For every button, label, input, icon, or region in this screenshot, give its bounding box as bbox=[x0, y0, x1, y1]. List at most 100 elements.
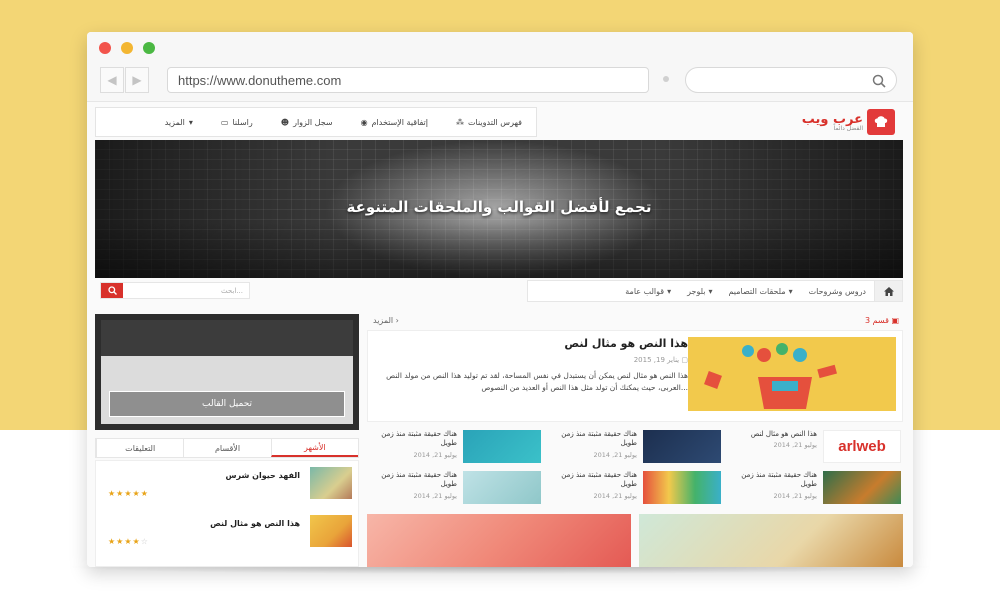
list-item[interactable]: arlweb هذا النص هو مثال لنص يوليو 21, 201… bbox=[727, 428, 903, 465]
list-item[interactable]: هذا النص هو مثال لنص ★★★★☆ bbox=[100, 515, 352, 553]
close-window-dot[interactable] bbox=[99, 42, 111, 54]
tab-categories[interactable]: الأقسام bbox=[183, 439, 270, 457]
sidebar-tabs: الأشهر الأقسام التعليقات bbox=[95, 438, 359, 458]
top-nav-label: المزيد bbox=[164, 117, 185, 127]
post-thumbnail bbox=[823, 471, 901, 504]
logo-title: عرب ويب bbox=[801, 111, 863, 127]
post-date: يوليو 21, 2014 bbox=[773, 491, 817, 500]
rss-icon: ▣ bbox=[891, 316, 899, 325]
sitemap-icon: ⁂ bbox=[456, 117, 465, 127]
maximize-window-dot[interactable] bbox=[143, 42, 155, 54]
caret-down-icon: ▾ bbox=[708, 286, 713, 296]
users-icon: ☻ bbox=[280, 117, 290, 127]
featured-post-excerpt: هذا النص هو مثال لنص يمكن أن يستبدل في ن… bbox=[386, 371, 688, 392]
post-date: يوليو 21, 2014 bbox=[593, 450, 637, 459]
main-content: المزيد › قسم 3 ▣ هذا النص هو مثال لنص ين… bbox=[367, 314, 903, 567]
minimize-window-dot[interactable] bbox=[121, 42, 133, 54]
featured-post[interactable]: هذا النص هو مثال لنص يناير 19, 2015 ▢ هذ… bbox=[367, 330, 903, 422]
home-button[interactable] bbox=[874, 281, 902, 301]
list-item[interactable]: هناك حقيقة مثبتة منذ زمن طويل يوليو 21, 2… bbox=[727, 469, 903, 506]
site-logo[interactable]: عرب ويب الفضل دائماً bbox=[771, 109, 895, 135]
webpage: ⁂ فهرس التدوينات ◉ إتفاقية الإستخدام ☻ سجل … bbox=[87, 102, 913, 567]
post-text: هناك حقيقة مثبتة منذ زمن طويل يوليو 21, 2… bbox=[729, 471, 817, 501]
post-title: هناك حقيقة مثبتة منذ زمن طويل bbox=[561, 430, 637, 448]
list-item[interactable]: هناك حقيقة مثبتة منذ زمن طويل يوليو 21, 2… bbox=[547, 469, 723, 506]
post-text: هناك حقيقة مثبتة منذ زمن طويل يوليو 21, 2… bbox=[369, 430, 457, 460]
featured-post-title[interactable]: هذا النص هو مثال لنص bbox=[376, 337, 688, 350]
browser-titlebar: ◀ ▶ https://www.donutheme.com bbox=[87, 32, 913, 102]
featured-post-text: هذا النص هو مثال لنص يناير 19, 2015 ▢ هذ… bbox=[376, 337, 688, 394]
list-item[interactable]: الفهد حيوان شرس ★★★★★ bbox=[100, 467, 352, 505]
tab-comments[interactable]: التعليقات bbox=[96, 439, 183, 457]
sidebar: تحميل القالب الأشهر الأقسام التعليقات ال… bbox=[95, 314, 359, 567]
envelope-icon: ▭ bbox=[220, 117, 229, 127]
tab-popular[interactable]: الأشهر bbox=[270, 439, 358, 457]
url-text: https://www.donutheme.com bbox=[178, 72, 342, 88]
section-title[interactable]: قسم 3 ▣ bbox=[865, 316, 899, 325]
section-header: المزيد › قسم 3 ▣ bbox=[367, 314, 903, 328]
caret-down-icon: ▾ bbox=[788, 286, 793, 296]
top-nav-item-terms[interactable]: ◉ إتفاقية الإستخدام bbox=[347, 118, 442, 127]
caret-down-icon: ▾ bbox=[188, 117, 193, 127]
post-date: يوليو 21, 2014 bbox=[413, 450, 457, 459]
category-nav-item-blogger[interactable]: بلوجر ▾ bbox=[679, 287, 720, 296]
forward-button[interactable]: ▶ bbox=[125, 67, 149, 93]
calendar-icon: ▢ bbox=[681, 356, 688, 364]
site-search: ابحث... bbox=[100, 282, 250, 299]
category-nav-item-tutorials[interactable]: دروس وشروحات bbox=[801, 287, 874, 296]
browser-window: ◀ ▶ https://www.donutheme.com ⁂ فهرس التد… bbox=[87, 32, 913, 567]
category-nav: دروس وشروحات ملحقات التصاميم ▾ بلوجر ▾ قوا… bbox=[527, 280, 903, 302]
post-thumbnail bbox=[643, 471, 721, 504]
caret-down-icon: ▾ bbox=[667, 286, 672, 296]
top-nav-label: سجل الزوار bbox=[293, 117, 333, 127]
back-button[interactable]: ◀ bbox=[100, 67, 124, 93]
rating-stars: ★★★★☆ bbox=[108, 537, 149, 546]
download-template-button[interactable]: تحميل القالب bbox=[109, 391, 345, 417]
post-text: هذا النص هو مثال لنص يوليو 21, 2014 bbox=[751, 430, 817, 450]
browser-search-field[interactable] bbox=[685, 67, 897, 93]
top-nav-item-more[interactable]: المزيد ▾ bbox=[151, 118, 207, 127]
category-nav-item-design[interactable]: ملحقات التصاميم ▾ bbox=[720, 287, 800, 296]
featured-post-date: يناير 19, 2015 ▢ bbox=[376, 356, 688, 364]
post-date: يوليو 21, 2014 bbox=[593, 491, 637, 500]
post-thumbnail bbox=[643, 430, 721, 463]
list-item[interactable]: هناك حقيقة مثبتة منذ زمن طويل يوليو 21, 2… bbox=[367, 428, 543, 465]
post-title: هناك حقيقة مثبتة منذ زمن طويل bbox=[381, 471, 457, 489]
post-title: الفهد حيوان شرس bbox=[225, 471, 300, 480]
preview-header bbox=[101, 320, 353, 356]
post-title: هناك حقيقة مثبتة منذ زمن طويل bbox=[741, 471, 817, 489]
rating-stars: ★★★★★ bbox=[108, 489, 149, 498]
post-thumbnail bbox=[463, 430, 541, 463]
top-nav-label: راسلنا bbox=[232, 117, 253, 127]
address-bar[interactable]: https://www.donutheme.com bbox=[167, 67, 649, 93]
post-thumbnail bbox=[310, 467, 352, 499]
list-item[interactable]: هناك حقيقة مثبتة منذ زمن طويل يوليو 21, 2… bbox=[367, 469, 543, 506]
top-nav-item-guestbook[interactable]: ☻ سجل الزوار bbox=[267, 118, 347, 127]
post-text: هناك حقيقة مثبتة منذ زمن طويل يوليو 21, 2… bbox=[549, 471, 637, 501]
home-icon bbox=[883, 286, 894, 296]
category-nav-label: قوالب عامة bbox=[625, 286, 665, 296]
list-item[interactable]: هناك حقيقة مثبتة منذ زمن طويل يوليو 21, 2… bbox=[547, 428, 723, 465]
site-search-button[interactable] bbox=[101, 283, 123, 298]
post-title: هذا النص هو مثال لنص bbox=[750, 430, 817, 438]
site-search-input[interactable]: ابحث... bbox=[123, 287, 249, 295]
post-grid: arlweb هذا النص هو مثال لنص يوليو 21, 201… bbox=[367, 428, 903, 504]
post-image-birds[interactable] bbox=[367, 514, 631, 567]
back-arrow-icon: ◀ bbox=[107, 73, 117, 87]
category-nav-item-templates[interactable]: قوالب عامة ▾ bbox=[617, 287, 679, 296]
post-text: هناك حقيقة مثبتة منذ زمن طويل يوليو 21, 2… bbox=[549, 430, 637, 460]
top-nav-label: فهرس التدوينات bbox=[468, 117, 522, 127]
logo-text-block: عرب ويب الفضل دائماً bbox=[802, 113, 863, 132]
chef-hat-icon bbox=[867, 109, 895, 135]
post-thumbnail bbox=[310, 515, 352, 547]
separator-dot bbox=[663, 76, 669, 82]
top-nav-item-index[interactable]: ⁂ فهرس التدوينات bbox=[442, 118, 536, 127]
post-image-tiger[interactable] bbox=[639, 514, 903, 567]
featured-post-image bbox=[688, 337, 896, 411]
date-text: يناير 19, 2015 bbox=[633, 356, 680, 364]
top-nav-item-contact[interactable]: ▭ راسلنا bbox=[207, 118, 267, 127]
section-more-link[interactable]: المزيد › bbox=[373, 316, 399, 325]
post-title: هناك حقيقة مثبتة منذ زمن طويل bbox=[381, 430, 457, 448]
forward-arrow-icon: ▶ bbox=[132, 73, 142, 87]
category-nav-label: دروس وشروحات bbox=[808, 286, 866, 296]
